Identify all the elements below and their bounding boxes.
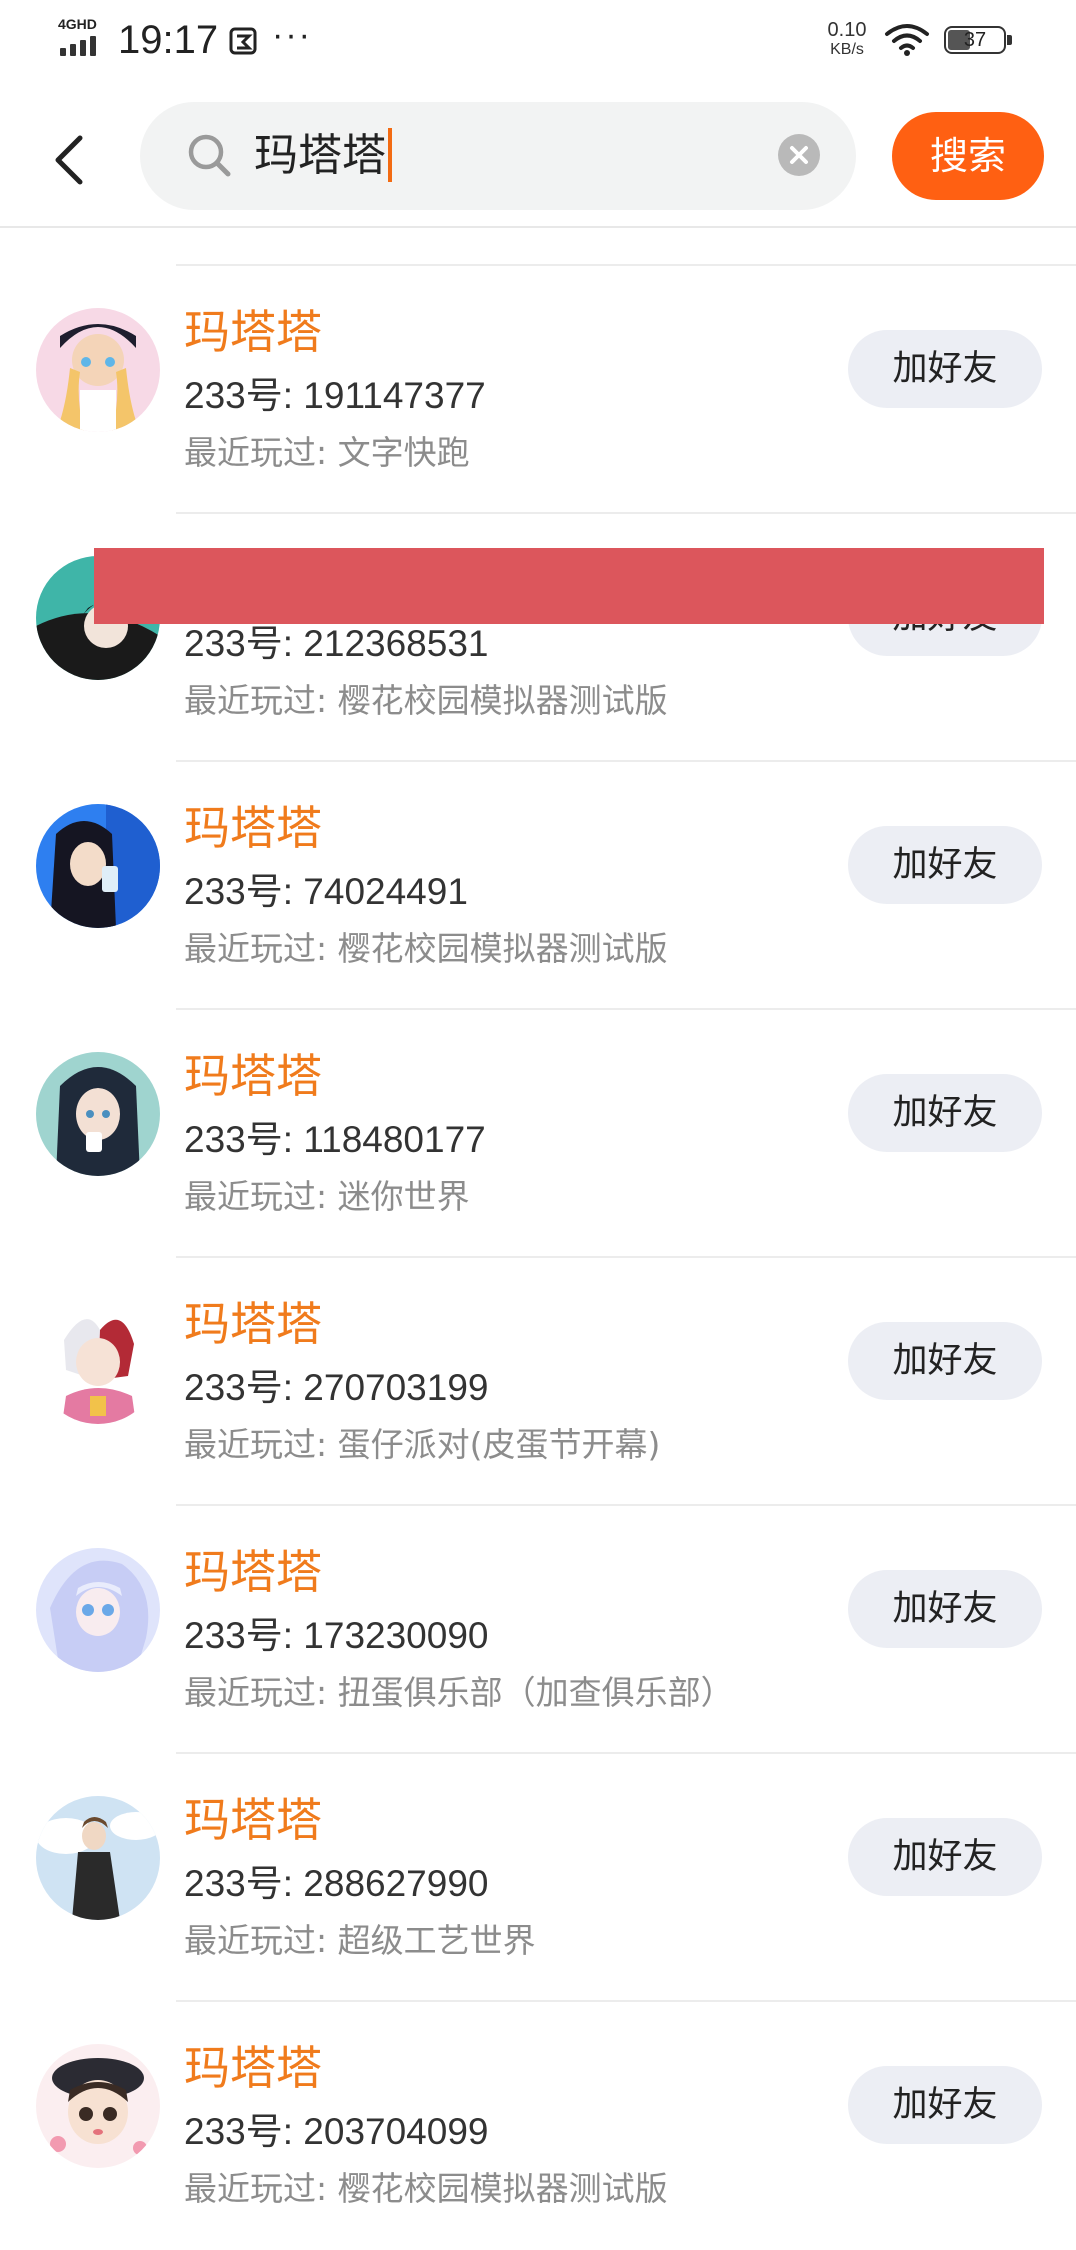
list-item[interactable]: 玛塔塔 233号: 173230090 最近玩过: 扭蛋俱乐部（加查俱乐部） 加… [0, 1506, 1076, 1754]
user-name: 玛塔塔 [184, 305, 322, 359]
battery-icon: 37 [944, 26, 1014, 56]
avatar[interactable] [36, 308, 160, 432]
search-input[interactable]: 玛塔塔 [254, 126, 392, 186]
search-button[interactable]: 搜索 [892, 112, 1044, 200]
user-name: 玛塔塔 [184, 1049, 322, 1103]
user-name: 玛塔塔 [184, 1793, 322, 1847]
user-id: 233号: 118480177 [184, 1119, 486, 1160]
user-id: 233号: 173230090 [184, 1615, 489, 1656]
status-bar: 4GHD 19:17 ··· 0.10 KB/s 37 [0, 0, 1076, 84]
clear-icon[interactable] [776, 132, 822, 178]
user-name: 玛塔塔 [184, 1297, 322, 1351]
add-friend-button[interactable]: 加好友 [848, 1074, 1042, 1152]
signal-icon [60, 34, 104, 56]
user-id: 233号: 74024491 [184, 871, 468, 912]
avatar[interactable] [36, 1796, 160, 1920]
list-item[interactable]: 玛塔塔 233号: 288627990 最近玩过: 超级工艺世界 加好友 [0, 1754, 1076, 2002]
recently-played: 最近玩过: 樱花校园模拟器测试版 [184, 929, 668, 968]
add-friend-button[interactable]: 加好友 [848, 826, 1042, 904]
status-time: 19:17 [118, 18, 219, 62]
add-friend-button[interactable]: 加好友 [848, 1818, 1042, 1896]
user-id: 233号: 270703199 [184, 1367, 489, 1408]
user-id: 233号: 191147377 [184, 375, 486, 416]
add-friend-button[interactable]: 加好友 [848, 1570, 1042, 1648]
avatar[interactable] [36, 1548, 160, 1672]
search-icon [188, 134, 231, 177]
search-header: 玛塔塔 搜索 [0, 84, 1076, 228]
avatar[interactable] [36, 1052, 160, 1176]
avatar[interactable] [36, 804, 160, 928]
user-id: 233号: 203704099 [184, 2111, 489, 2152]
search-query: 玛塔塔 [254, 130, 386, 181]
speed-value: 0.10 [827, 19, 867, 41]
add-friend-button[interactable]: 加好友 [848, 1322, 1042, 1400]
network-speed: 0.10 KB/s [822, 20, 872, 58]
user-name: 玛塔塔 [184, 1545, 322, 1599]
recently-played: 最近玩过: 蛋仔派对(皮蛋节开幕) [184, 1425, 661, 1464]
user-id: 233号: 212368531 [184, 623, 489, 664]
avatar[interactable] [36, 1300, 160, 1424]
wifi-icon [885, 24, 929, 56]
list-item[interactable]: 玛塔塔 233号: 74024491 最近玩过: 樱花校园模拟器测试版 加好友 [0, 762, 1076, 1010]
list-item[interactable]: 玛塔塔 233号: 203704099 最近玩过: 樱花校园模拟器测试版 加好友 [0, 2002, 1076, 2250]
notification-app-icon [229, 27, 257, 55]
battery-level: 37 [963, 29, 987, 51]
recently-played: 最近玩过: 樱花校园模拟器测试版 [184, 681, 668, 720]
add-friend-button[interactable]: 加好友 [848, 330, 1042, 408]
back-arrow-icon[interactable] [44, 124, 100, 196]
add-friend-button[interactable]: 加好友 [848, 2066, 1042, 2144]
redaction-bar [94, 548, 1044, 624]
recently-played: 最近玩过: 迷你世界 [184, 1177, 470, 1216]
user-name: 玛塔塔 [184, 801, 322, 855]
recently-played: 最近玩过: 扭蛋俱乐部（加查俱乐部） [184, 1673, 734, 1712]
speed-unit: KB/s [830, 41, 864, 58]
recently-played: 最近玩过: 文字快跑 [184, 433, 470, 472]
recently-played: 最近玩过: 超级工艺世界 [184, 1921, 536, 1960]
user-id: 233号: 288627990 [184, 1863, 489, 1904]
more-notifications-icon: ··· [272, 16, 312, 54]
user-name: 玛塔塔 [184, 2041, 322, 2095]
search-box[interactable]: 玛塔塔 [140, 102, 856, 210]
recently-played: 最近玩过: 樱花校园模拟器测试版 [184, 2169, 668, 2208]
list-item[interactable]: 玛塔塔 233号: 118480177 最近玩过: 迷你世界 加好友 [0, 1010, 1076, 1258]
text-cursor [388, 128, 392, 182]
network-type: 4GHD [58, 16, 97, 32]
avatar[interactable] [36, 2044, 160, 2168]
list-item[interactable]: 玛塔塔 233号: 191147377 最近玩过: 文字快跑 加好友 [0, 266, 1076, 514]
list-item[interactable]: 玛塔塔 233号: 270703199 最近玩过: 蛋仔派对(皮蛋节开幕) 加好… [0, 1258, 1076, 1506]
